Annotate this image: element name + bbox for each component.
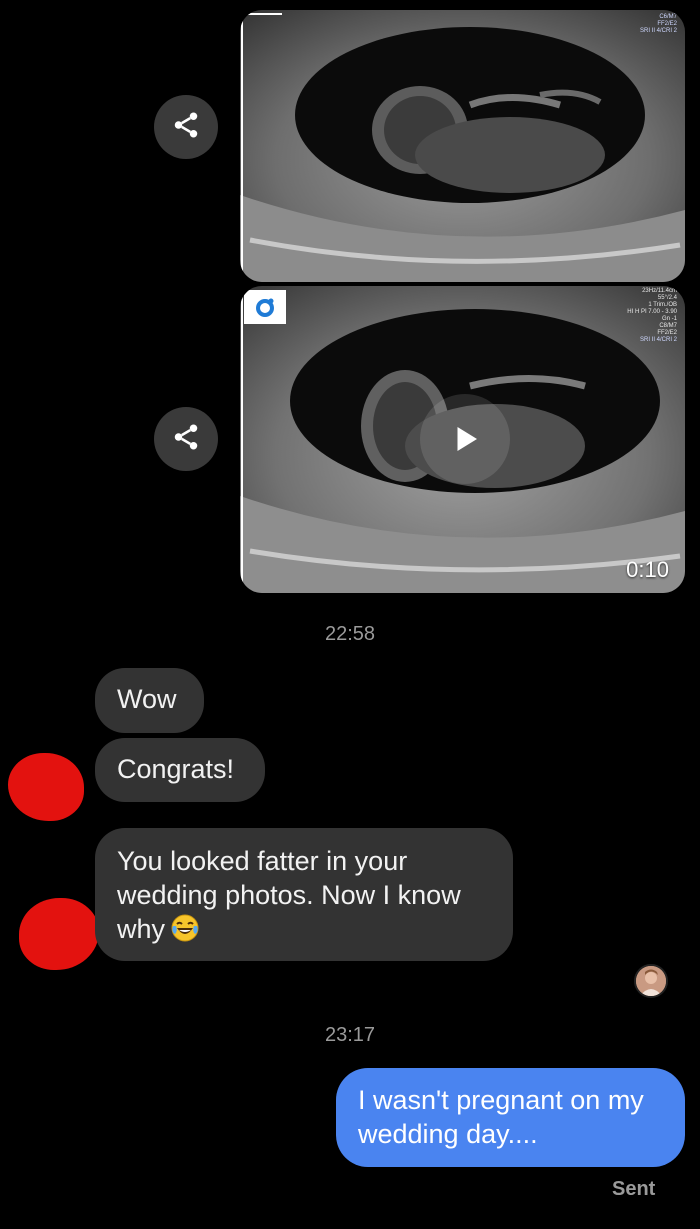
message-text: You looked fatter in your wedding photos… [117, 846, 461, 944]
overlay-line: C6/M7 [659, 14, 677, 20]
timestamp-separator: 23:17 [324, 1024, 376, 1046]
message-bubble-outgoing[interactable]: I wasn't pregnant on my wedding day.... [336, 1068, 685, 1167]
overlay-line: C8/M7 [659, 323, 677, 329]
ultrasound-picture [240, 10, 685, 282]
clinic-logo [244, 290, 286, 324]
message-text: Congrats! [117, 754, 235, 784]
overlay-line: SRI II 4/CRI 2 [639, 337, 677, 343]
ultrasound-overlay-text: C6/M7 FF2/E2 SRI II 4/CRI 2 [640, 14, 677, 35]
share-button-video[interactable] [154, 407, 218, 471]
ultrasound-overlay-text: 23Hz/11.4cm 55°/2.4 1 Trim./OB HI H PI 7… [627, 288, 677, 344]
ultrasound-image-attachment[interactable]: C6/M7 FF2/E2 SRI II 4/CRI 2 [240, 10, 685, 282]
sent-status: Sent [612, 1178, 656, 1200]
tears-of-joy-emoji [171, 914, 199, 942]
message-text: I wasn't pregnant on my wedding day.... [358, 1085, 644, 1149]
overlay-line: HI H PI 7.00 - 3.90 [627, 309, 677, 315]
play-button[interactable] [420, 394, 510, 484]
message-bubble-incoming[interactable]: Congrats! [95, 738, 265, 802]
timestamp-separator: 22:58 [324, 623, 376, 645]
overlay-line: 1 Trim./OB [648, 302, 677, 308]
ultrasound-video-attachment[interactable]: 23Hz/11.4cm 55°/2.4 1 Trim./OB HI H PI 7… [240, 286, 685, 593]
share-button-image[interactable] [154, 95, 218, 159]
redacted-avatar [19, 898, 99, 970]
overlay-line: FF2/E2 [657, 330, 677, 336]
share-icon [171, 422, 201, 457]
overlay-line: 23Hz/11.4cm [642, 288, 677, 294]
message-text: Wow [117, 684, 177, 714]
overlay-line: 55°/2.4 [657, 295, 677, 301]
redacted-avatar [8, 753, 84, 821]
play-icon [457, 427, 477, 451]
overlay-line: Gn -1 [661, 316, 677, 322]
overlay-line: FF2/E2 [657, 21, 677, 27]
share-icon [171, 110, 201, 145]
read-receipt-avatar [634, 964, 668, 998]
message-bubble-incoming[interactable]: Wow [95, 668, 204, 733]
message-bubble-incoming[interactable]: You looked fatter in your wedding photos… [95, 828, 513, 961]
overlay-line: SRI II 4/CRI 2 [639, 28, 677, 34]
video-duration: 0:10 [626, 557, 669, 582]
